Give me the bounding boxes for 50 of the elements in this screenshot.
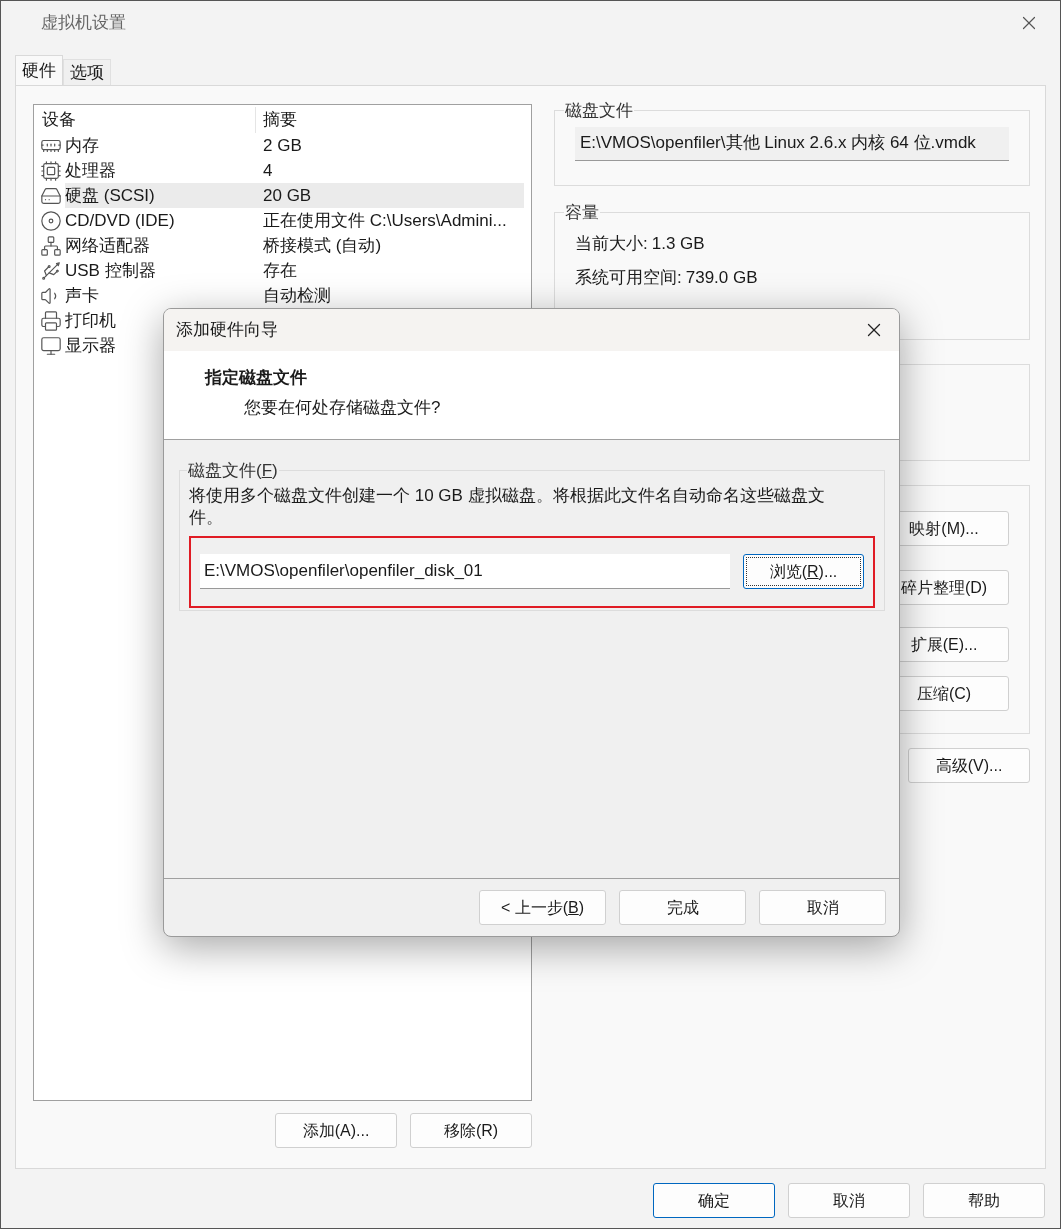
device-name[interactable]: CD/DVD (IDE) (65, 207, 175, 234)
device-name[interactable]: USB 控制器 (65, 257, 156, 284)
device-summary: 存在 (262, 259, 297, 282)
device-name[interactable]: 硬盘 (SCSI) (65, 182, 256, 209)
capacity-label: 系统可用空间: (575, 266, 682, 289)
dialog-button[interactable]: 帮助 (923, 1183, 1045, 1218)
wizard-button[interactable]: < 上一步(B) (479, 890, 606, 925)
path-field[interactable]: E:\VMOS\openfiler\openfiler_disk_01 (200, 554, 730, 589)
wizard-button[interactable]: 取消 (759, 890, 886, 925)
device-summary: 自动检测 (262, 284, 331, 307)
description-text: 将使用多个磁盘文件创建一个 10 GB 虚拟磁盘。将根据此文件名自动命名这些磁盘文件。 (189, 484, 826, 529)
group-title: 磁盘文件(F) (187, 460, 279, 482)
window-title: 虚拟机设置 (41, 12, 126, 35)
disk-file-field[interactable]: E:\VMOS\openfiler\其他 Linux 2.6.x 内核 64 位.vmdk (575, 126, 1009, 161)
disc-icon (39, 209, 63, 232)
device-name[interactable]: 打印机 (65, 307, 116, 334)
printer-icon (39, 309, 63, 332)
dialog-button[interactable]: 确定 (653, 1183, 775, 1218)
wizard-heading: 指定磁盘文件 (205, 367, 307, 389)
capacity-value: 1.3 GB (651, 232, 705, 255)
browse-button[interactable]: 浏览(R)... (743, 554, 864, 589)
group-title: 容量 (564, 202, 600, 224)
wizard-title: 添加硬件向导 (176, 319, 278, 342)
device-button[interactable]: 添加(A)... (275, 1113, 397, 1148)
device-summary: 20 GB (256, 182, 524, 209)
device-summary: 桥接模式 (自动) (262, 234, 382, 257)
device-button[interactable]: 移除(R) (410, 1113, 532, 1148)
usb-icon (39, 259, 63, 282)
device-summary: 2 GB (262, 134, 302, 157)
tab[interactable]: 硬件 (15, 55, 63, 85)
device-summary: 正在使用文件 C:\Users\Admini... (262, 209, 507, 232)
chip-icon (39, 159, 63, 182)
capacity-value: 739.0 GB (685, 266, 758, 289)
device-name[interactable]: 显示器 (65, 332, 116, 359)
column-header[interactable]: 摘要 (256, 107, 297, 133)
device-name[interactable]: 声卡 (65, 282, 99, 309)
network-icon (39, 234, 63, 257)
tab[interactable]: 选项 (63, 59, 111, 85)
device-name[interactable]: 网络适配器 (65, 232, 150, 259)
monitor-icon (39, 334, 63, 357)
group-title: 磁盘文件 (564, 100, 634, 122)
wizard-subheading: 您要在何处存储磁盘文件? (244, 396, 441, 419)
device-name[interactable]: 处理器 (65, 157, 116, 184)
device-name[interactable]: 内存 (65, 132, 99, 159)
dialog-button[interactable]: 取消 (788, 1183, 910, 1218)
column-header[interactable]: 设备 (34, 107, 256, 133)
wizard-button[interactable]: 完成 (619, 890, 746, 925)
capacity-label: 当前大小: (575, 232, 648, 255)
advanced-button[interactable]: 高级(V)... (908, 748, 1030, 783)
device-summary: 4 (262, 159, 273, 182)
